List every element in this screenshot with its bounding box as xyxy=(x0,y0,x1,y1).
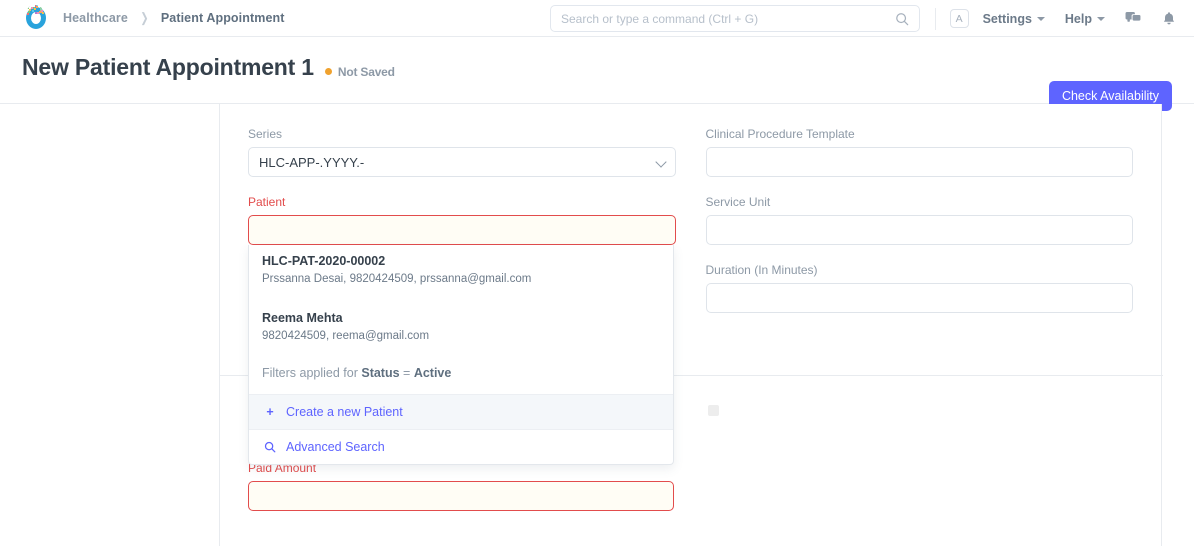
global-search[interactable] xyxy=(550,5,920,32)
applied-filters-prefix: Filters applied for xyxy=(262,366,361,380)
create-new-patient-label: Create a new Patient xyxy=(286,405,403,419)
applied-filters-equals: = xyxy=(400,366,414,380)
status-badge: Not Saved xyxy=(325,65,395,79)
list-item[interactable]: HLC-PAT-2020-00002 Prssanna Desai, 98204… xyxy=(249,245,673,296)
chevron-right-icon: ❯ xyxy=(140,10,148,26)
search-icon xyxy=(262,441,278,453)
field-duration-label: Duration (In Minutes) xyxy=(706,263,1134,277)
patient-option-title: HLC-PAT-2020-00002 xyxy=(262,253,660,270)
search-input[interactable] xyxy=(551,12,895,26)
page-title: New Patient Appointment 1 Not Saved xyxy=(22,54,395,81)
applied-filters-field: Status xyxy=(361,366,399,380)
field-paid-amount: Paid Amount xyxy=(248,461,674,511)
paid-amount-input[interactable] xyxy=(248,481,674,511)
avatar-initial: A xyxy=(956,13,963,25)
field-patient: Patient xyxy=(248,195,676,245)
field-series: Series xyxy=(248,127,676,177)
create-new-patient-option[interactable]: + Create a new Patient xyxy=(249,394,673,429)
field-clinical-procedure-template-label: Clinical Procedure Template xyxy=(706,127,1134,141)
series-select[interactable] xyxy=(248,147,676,177)
breadcrumb-item-healthcare[interactable]: Healthcare xyxy=(61,9,130,27)
nav-settings-menu[interactable]: Settings xyxy=(983,12,1045,26)
clinical-procedure-template-input[interactable] xyxy=(706,147,1134,177)
nav-settings-label: Settings xyxy=(983,12,1032,26)
avatar[interactable]: A xyxy=(950,9,969,28)
top-navbar: Healthcare ❯ Patient Appointment A Setti… xyxy=(0,0,1194,37)
patient-input[interactable] xyxy=(248,215,676,245)
patient-option-description: Prssanna Desai, 9820424509, prssanna@gma… xyxy=(262,271,660,287)
chevron-down-icon xyxy=(1037,17,1045,21)
nav-help-menu[interactable]: Help xyxy=(1065,12,1105,26)
patient-option-description: 9820424509, reema@gmail.com xyxy=(262,328,660,344)
field-duration: Duration (In Minutes) xyxy=(706,263,1134,313)
page-title-text: New Patient Appointment 1 xyxy=(22,54,314,81)
chevron-down-icon xyxy=(1097,17,1105,21)
advanced-search-option[interactable]: Advanced Search xyxy=(249,429,673,464)
plus-icon: + xyxy=(262,405,278,419)
checkbox-placeholder[interactable] xyxy=(708,405,719,416)
list-item[interactable]: Reema Mehta 9820424509, reema@gmail.com xyxy=(249,296,673,353)
field-clinical-procedure-template: Clinical Procedure Template xyxy=(706,127,1134,177)
field-service-unit: Service Unit xyxy=(706,195,1134,245)
advanced-search-label: Advanced Search xyxy=(286,440,385,454)
field-service-unit-label: Service Unit xyxy=(706,195,1134,209)
duration-input[interactable] xyxy=(706,283,1134,313)
applied-filters-note: Filters applied for Status = Active xyxy=(249,353,673,394)
frappe-ring-logo-icon xyxy=(23,5,49,31)
service-unit-input[interactable] xyxy=(706,215,1134,245)
navbar-divider xyxy=(935,8,936,30)
status-badge-label: Not Saved xyxy=(338,65,395,79)
breadcrumb: Healthcare ❯ Patient Appointment xyxy=(61,9,287,27)
status-dot-icon xyxy=(325,68,332,75)
applied-filters-value: Active xyxy=(414,366,452,380)
page-header: New Patient Appointment 1 Not Saved Chec… xyxy=(0,37,1194,104)
comments-icon[interactable] xyxy=(1125,11,1142,26)
patient-option-title: Reema Mehta xyxy=(262,310,660,327)
nav-help-label: Help xyxy=(1065,12,1092,26)
breadcrumb-item-patient-appointment[interactable]: Patient Appointment xyxy=(159,9,287,27)
search-icon xyxy=(895,12,909,26)
field-patient-label: Patient xyxy=(248,195,676,209)
app-logo[interactable] xyxy=(17,5,55,31)
field-series-label: Series xyxy=(248,127,676,141)
navbar-right: A Settings Help xyxy=(935,0,1180,37)
patient-autocomplete-dropdown: HLC-PAT-2020-00002 Prssanna Desai, 98204… xyxy=(248,245,674,465)
notifications-bell-icon[interactable] xyxy=(1162,11,1176,27)
